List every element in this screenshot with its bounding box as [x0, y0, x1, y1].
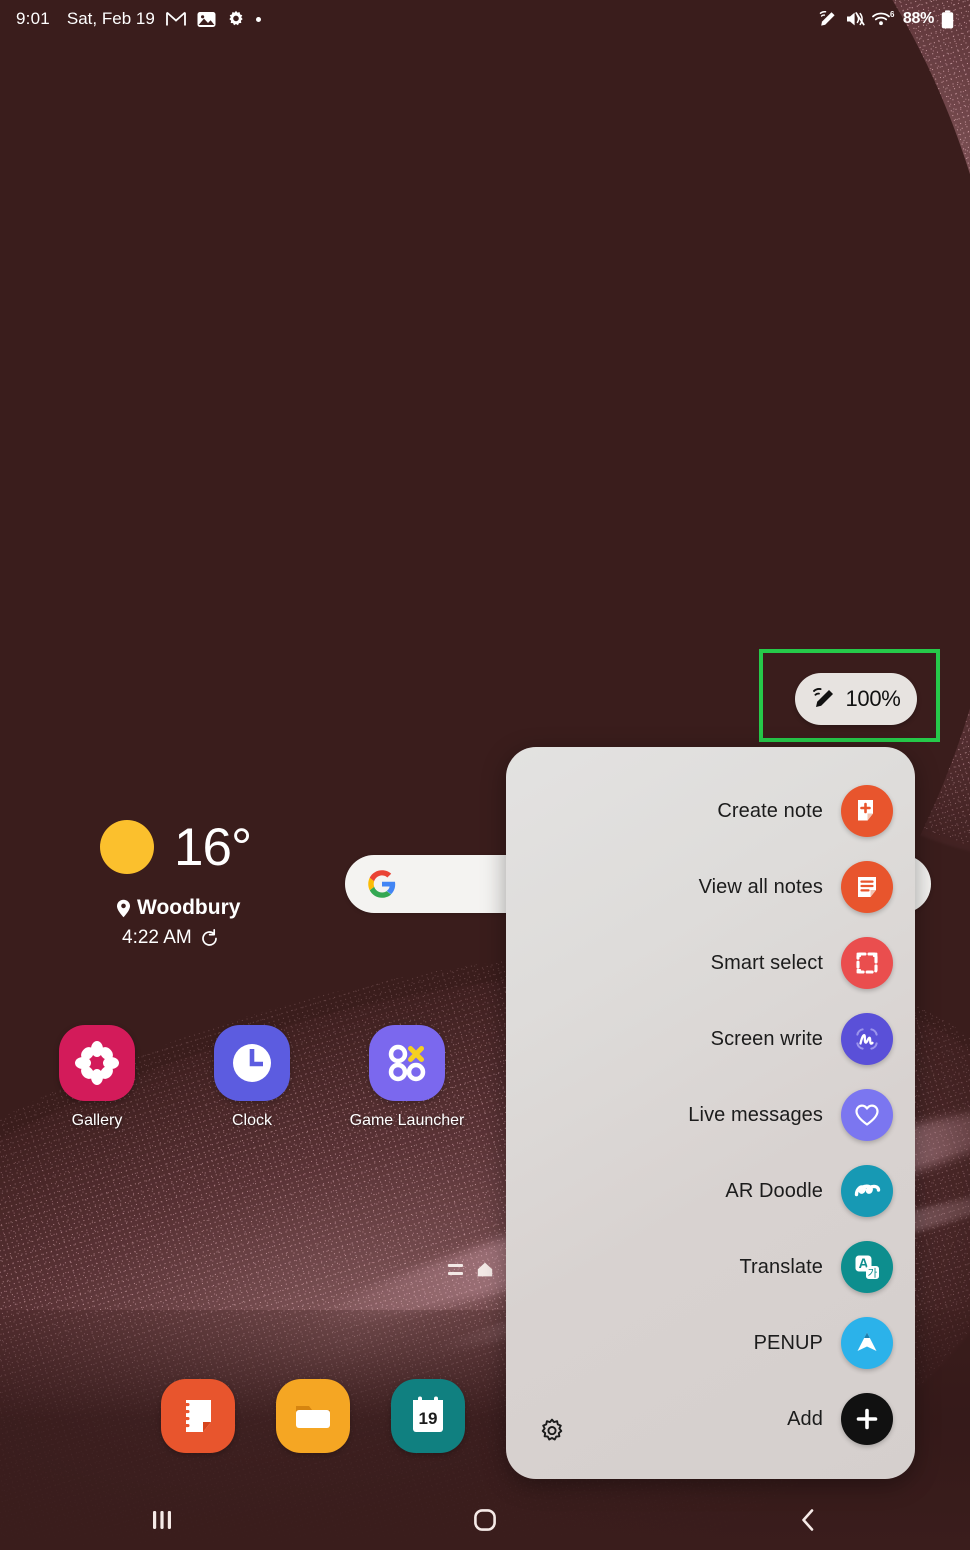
gmail-icon [165, 11, 186, 27]
spen-icon [818, 10, 838, 28]
air-command-label: Live messages [688, 1103, 823, 1126]
calendar-icon: 19 [413, 1396, 443, 1432]
svg-text:6: 6 [890, 10, 895, 19]
recents-button[interactable] [107, 1508, 217, 1532]
spen-battery-percent: 100% [845, 686, 901, 711]
app-gallery[interactable]: Gallery [18, 1025, 176, 1130]
mute-icon [845, 10, 865, 28]
air-command-item-view-all-notes[interactable]: View all notes [699, 859, 893, 915]
game-launcher-icon [369, 1025, 445, 1101]
create-note-icon [841, 785, 893, 837]
ar-doodle-icon [841, 1165, 893, 1217]
weather-main-row: 16° [100, 817, 252, 877]
penup-icon [841, 1317, 893, 1369]
back-icon [796, 1507, 820, 1533]
dock-app-my-files[interactable] [276, 1379, 350, 1453]
air-command-label: AR Doodle [725, 1179, 823, 1202]
gallery-icon [59, 1025, 135, 1101]
photos-icon [197, 11, 216, 28]
home-icon [472, 1507, 498, 1533]
sun-icon [100, 820, 154, 874]
spen-battery-indicator[interactable]: 100% [795, 673, 917, 725]
status-bar-clock: 9:01 [16, 9, 50, 28]
air-command-panel[interactable]: Create note View all notes Smart select … [506, 747, 915, 1479]
home-button[interactable] [430, 1507, 540, 1533]
air-command-label: Smart select [710, 951, 823, 974]
home-page-icon[interactable] [477, 1262, 493, 1277]
weather-updated-time: 4:22 AM [122, 927, 192, 948]
air-command-item-create-note[interactable]: Create note [717, 783, 893, 839]
air-command-label: Add [787, 1407, 823, 1430]
samsung-notes-icon [182, 1400, 211, 1432]
status-bar-date: Sat, Feb 19 [66, 9, 155, 28]
recents-icon [149, 1508, 175, 1532]
live-messages-icon [841, 1089, 893, 1141]
air-command-item-smart-select[interactable]: Smart select [711, 935, 893, 991]
app-clock[interactable]: Clock [173, 1025, 331, 1130]
air-command-settings-button[interactable] [538, 1417, 566, 1445]
air-command-item-penup[interactable]: PENUP [754, 1315, 893, 1371]
air-command-item-screen-write[interactable]: Screen write [711, 1011, 893, 1067]
svg-text:19: 19 [419, 1409, 438, 1428]
status-bar[interactable]: 9:01 Sat, Feb 19 6 88% [0, 0, 970, 38]
weather-location-label: Woodbury [137, 896, 241, 919]
spen-battery-icon [811, 686, 837, 712]
weather-widget[interactable]: 16° Woodbury 4:22 AM [100, 817, 252, 949]
wifi-6-icon: 6 [871, 10, 896, 28]
view-all-notes-icon [841, 861, 893, 913]
svg-text:가: 가 [868, 1267, 878, 1279]
my-files-icon [296, 1406, 330, 1428]
weather-location-row: Woodbury [116, 896, 251, 920]
spen-battery-highlight: 100% [759, 649, 940, 742]
weather-temperature: 16° [174, 817, 252, 877]
clock-icon [214, 1025, 290, 1101]
status-bar-right: 6 88% [818, 9, 954, 29]
app-label: Gallery [71, 1112, 123, 1129]
page-indicator[interactable] [448, 1262, 493, 1277]
air-command-item-ar-doodle[interactable]: AR Doodle [725, 1163, 893, 1219]
smart-select-icon [841, 937, 893, 989]
home-app-grid: Gallery Clock Game Launcher [18, 1025, 498, 1155]
page-lines-icon[interactable] [448, 1264, 463, 1275]
status-bar-left: 9:01 Sat, Feb 19 [16, 9, 261, 29]
air-command-label: PENUP [753, 1331, 823, 1354]
translate-icon: A 가 [841, 1241, 893, 1293]
app-label: Game Launcher [349, 1112, 465, 1129]
add-plus-icon [841, 1393, 893, 1445]
more-dot-icon [255, 16, 261, 22]
location-pin-icon [116, 899, 131, 918]
app-game-launcher[interactable]: Game Launcher [328, 1025, 486, 1130]
weather-updated-row: 4:22 AM [122, 927, 251, 949]
air-command-label: Screen write [710, 1027, 823, 1050]
google-g-icon [367, 869, 397, 899]
refresh-icon[interactable] [200, 928, 219, 948]
settings-gear-icon [227, 10, 245, 28]
settings-gear-icon [541, 1418, 563, 1441]
battery-percent-label: 88% [902, 10, 934, 27]
dock-app-calendar[interactable]: 19 [391, 1379, 465, 1453]
app-label: Clock [231, 1112, 272, 1129]
screen-write-icon [841, 1013, 893, 1065]
air-command-item-add[interactable]: Add [787, 1391, 893, 1447]
back-button[interactable] [753, 1507, 863, 1533]
air-command-item-live-messages[interactable]: Live messages [688, 1087, 893, 1143]
dock-app-samsung-notes[interactable] [161, 1379, 235, 1453]
air-command-label: Translate [739, 1255, 823, 1278]
battery-icon [941, 9, 954, 29]
air-command-item-translate[interactable]: Translate A 가 [739, 1239, 893, 1295]
navigation-bar[interactable] [0, 1490, 970, 1550]
air-command-label: View all notes [698, 875, 823, 898]
air-command-label: Create note [717, 799, 823, 822]
